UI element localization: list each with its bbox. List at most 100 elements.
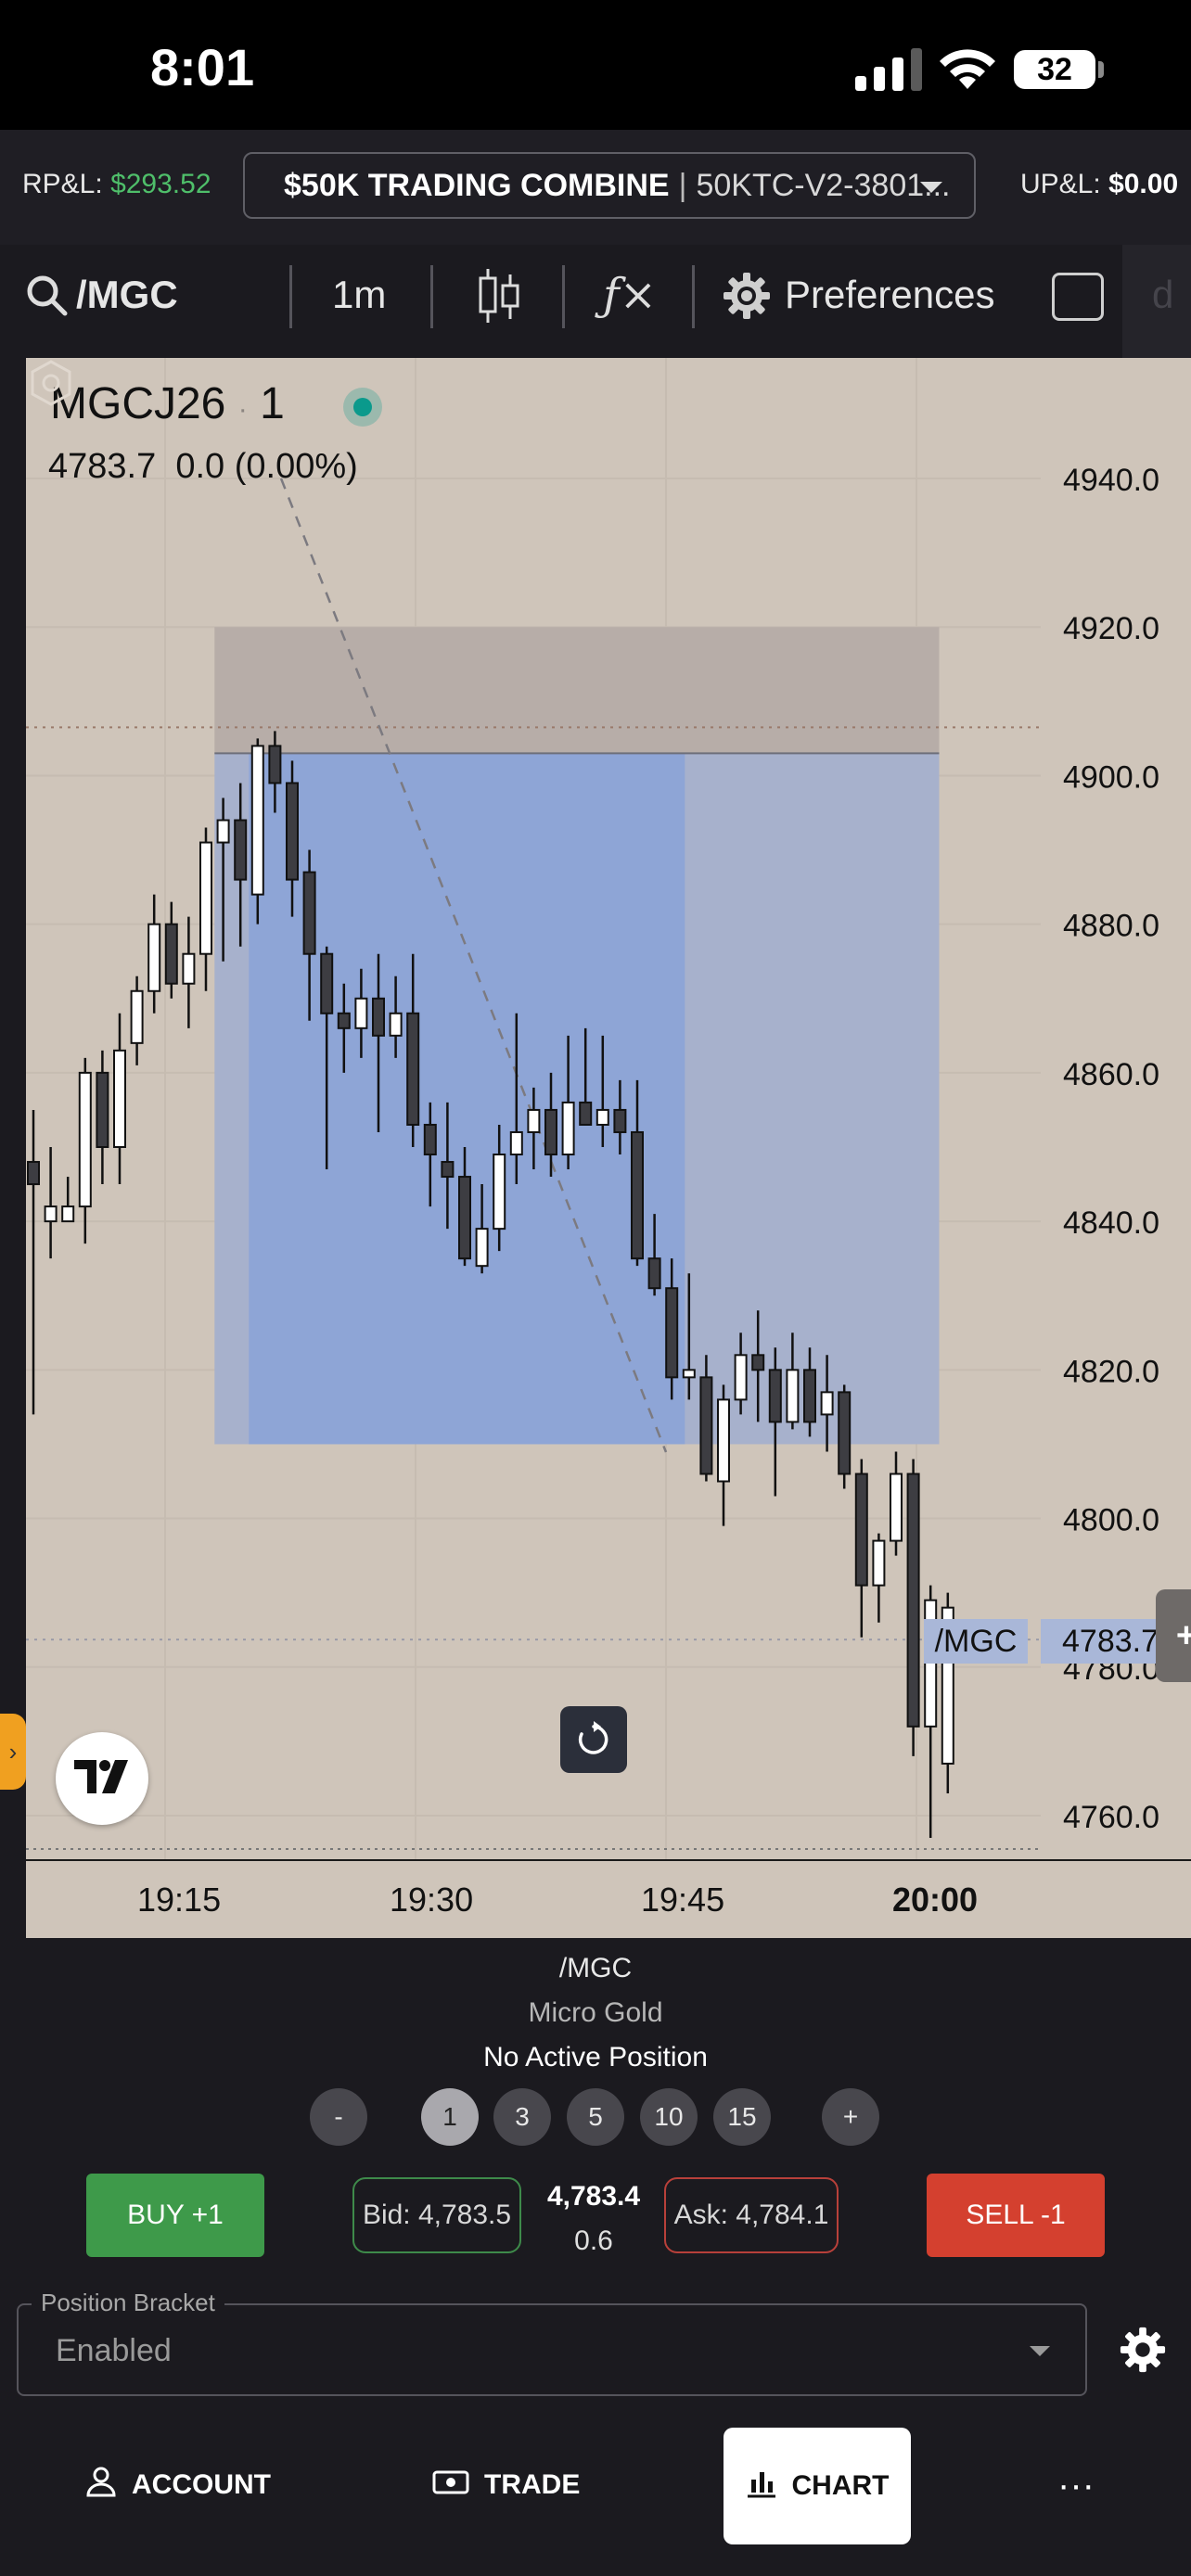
candles-icon[interactable] [475,267,523,325]
tradingview-logo[interactable] [56,1732,148,1825]
battery-tip [1098,61,1104,78]
combine-account-id: 50KTC-V2-3801... [696,168,951,203]
rpl-value: $293.52 [110,169,211,199]
account-header: RP&L: $293.52 $50K TRADING COMBINE | 50KTC… [0,130,1191,245]
bid-price-button[interactable]: Bid: 4,783.5 [352,2177,521,2253]
axis-settings-icon[interactable] [26,358,76,408]
candle-body [786,1369,800,1423]
candle-body [389,1012,403,1037]
candle-body [820,1391,834,1416]
candle-body [164,923,178,985]
candle-body [302,871,316,955]
position-bracket-select[interactable]: Enabled [17,2303,1087,2396]
time-axis-label: 19:15 [137,1881,221,1919]
candle-body [596,1108,609,1126]
wifi-icon [940,49,995,89]
candle-body [354,997,368,1029]
candle-body [250,745,264,896]
candle-body [44,1205,58,1223]
indicators-fx-icon[interactable]: ƒ× [603,269,657,321]
interval-button[interactable]: 1m [332,273,386,317]
candle-body [182,952,196,985]
gear-icon[interactable] [722,271,772,321]
spread-value: 0.6 [574,2225,613,2256]
realized-pnl: RP&L: $293.52 [22,169,211,200]
price-axis-label: 4920.0 [1063,611,1159,646]
price-axis-label: 4820.0 [1063,1354,1159,1389]
preferences-button[interactable]: Preferences [785,273,994,317]
battery-icon: 32 [1014,50,1095,89]
chart-toolbar: /MGC 1m ƒ× Preferences d [0,245,1191,358]
chart-bars-icon [747,2472,775,2498]
symbol-search-button[interactable]: /MGC [76,273,178,317]
bracket-settings-gear-icon[interactable] [1119,2326,1167,2374]
candle-body [372,997,385,1037]
chart-left-edge [0,358,26,1938]
search-icon[interactable] [24,273,70,319]
candle-body [682,1369,696,1379]
candle-body [854,1473,868,1587]
position-status: No Active Position [483,2042,708,2072]
candle-body [579,1101,593,1126]
candle-body [406,1012,420,1126]
toolbar-divider [289,265,292,328]
price-chart[interactable]: 4940.0 4920.0 4900.0 4880.0 4860.0 4840.0 4820… [26,358,1191,1938]
status-bar: 8:01 32 [0,0,1191,130]
candle-body [441,1161,455,1179]
chevron-down-icon [1030,2346,1050,2356]
candle-body [906,1473,920,1728]
nav-account[interactable]: ACCOUNT [85,2429,271,2541]
unrealized-pnl: UP&L: $0.00 [1020,169,1178,200]
candle-body [890,1473,903,1542]
legend-interval: 1 [260,379,285,428]
candle-body [113,1049,126,1148]
candle-body [423,1123,437,1156]
price-axis-label: 4860.0 [1063,1057,1159,1092]
add-order-plus-button[interactable]: + [1156,1589,1191,1682]
time-axis-label: 19:30 [390,1881,473,1919]
toolbar-divider [430,265,433,328]
sell-button[interactable]: SELL -1 [927,2174,1105,2257]
candle-body [234,819,248,881]
candle-body [527,1108,541,1133]
candle-body [768,1369,782,1423]
chart-canvas[interactable]: 4940.0 4920.0 4900.0 4880.0 4860.0 4840.0 4820… [26,358,1191,1938]
chart-legend-symbol: MGCJ26 · 1 [50,378,285,429]
position-bracket-label: Position Bracket [32,2289,224,2317]
candle-body [216,819,230,844]
toolbar-divider [692,265,695,328]
nav-chart[interactable]: CHART [724,2428,911,2544]
candle-body [199,841,212,955]
candle-body [458,1176,471,1260]
toolbar-divider [562,265,565,328]
qty-15-button[interactable]: 15 [713,2088,771,2146]
qty-decrement-button[interactable]: - [310,2088,367,2146]
qty-1-button[interactable]: 1 [421,2088,479,2146]
side-drawer-toggle[interactable]: › [0,1714,26,1790]
toolbar-overflow[interactable]: d [1122,245,1191,358]
market-status-icon [343,388,382,427]
candle-body [475,1228,489,1268]
position-bracket-value: Enabled [56,2333,172,2368]
candle-body [27,1161,40,1186]
qty-5-button[interactable]: 5 [567,2088,624,2146]
price-axis-label: 4880.0 [1063,909,1159,944]
candle-body [147,923,161,992]
nav-trade[interactable]: TRADE [432,2429,580,2541]
qty-10-button[interactable]: 10 [640,2088,698,2146]
toolbar-checkbox[interactable] [1052,273,1104,321]
candle-body [613,1108,627,1133]
nav-trade-label: TRADE [484,2469,581,2500]
reset-chart-button[interactable] [560,1706,627,1773]
account-selector[interactable]: $50K TRADING COMBINE | 50KTC-V2-3801... [243,152,976,219]
ask-price-button[interactable]: Ask: 4,784.1 [664,2177,839,2253]
stop-loss-zone [214,627,940,754]
nav-more-button[interactable]: ··· [1057,2429,1095,2541]
mid-price: 4,783.4 [546,2181,641,2212]
qty-increment-button[interactable]: + [822,2088,879,2146]
candle-body [717,1398,730,1483]
qty-3-button[interactable]: 3 [493,2088,551,2146]
candle-body [631,1130,644,1260]
contract-name: MGCJ26 [50,379,226,428]
buy-button[interactable]: BUY +1 [86,2174,264,2257]
